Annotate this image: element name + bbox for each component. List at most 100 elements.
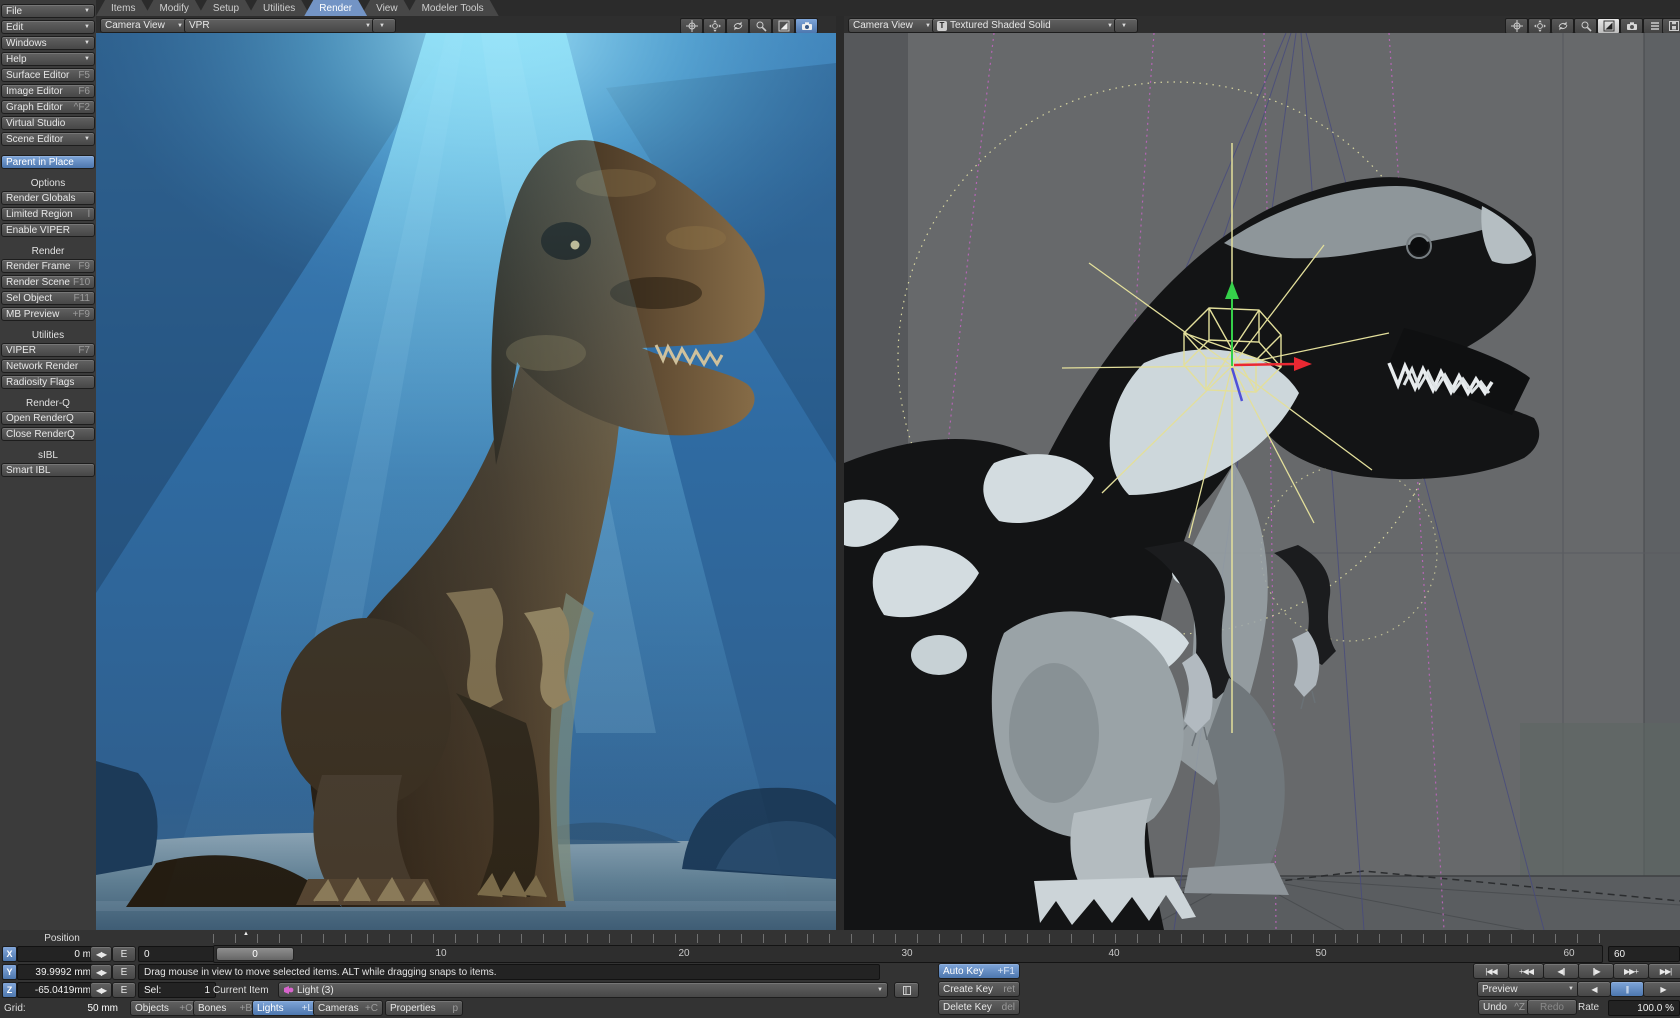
- render-globals-button[interactable]: Render Globals: [1, 191, 95, 205]
- play-reverse-button[interactable]: ◀: [1577, 981, 1611, 997]
- tab-setup[interactable]: Setup: [198, 0, 254, 16]
- left-center-view-icon[interactable]: [680, 18, 703, 34]
- go-start-button[interactable]: |◀◀: [1473, 963, 1509, 979]
- menu-file[interactable]: File▼: [1, 4, 95, 18]
- parent-in-place-button[interactable]: Parent in Place: [1, 155, 95, 169]
- left-pan-view-icon[interactable]: [703, 18, 726, 34]
- create-key-button[interactable]: Create Keyret: [938, 981, 1020, 997]
- y-stepper[interactable]: ◀▶: [90, 964, 112, 980]
- current-item-dropdown[interactable]: Light (3) ▼: [278, 982, 888, 998]
- step-forward-button[interactable]: ||▶: [1578, 963, 1614, 979]
- y-axis-button[interactable]: Y: [2, 964, 17, 980]
- tab-view[interactable]: View: [361, 0, 413, 16]
- close-renderq-button[interactable]: Close RenderQ: [1, 427, 95, 441]
- smart-ibl-button[interactable]: Smart IBL: [1, 463, 95, 477]
- frame-tick-label: 60: [1556, 948, 1582, 959]
- frame-tick-label: 50: [1308, 948, 1334, 959]
- auto-key-button[interactable]: Auto Key+F1: [938, 963, 1020, 979]
- x-stepper[interactable]: ◀▶: [90, 946, 112, 962]
- delete-key-button[interactable]: Delete Keydel: [938, 999, 1020, 1015]
- right-save-view-icon[interactable]: [1662, 18, 1680, 34]
- render-scene-button[interactable]: Render SceneF10: [1, 275, 95, 289]
- prev-key-button[interactable]: +◀◀: [1508, 963, 1544, 979]
- pause-button[interactable]: ||: [1610, 981, 1644, 997]
- go-end-button[interactable]: ▶▶|: [1648, 963, 1680, 979]
- right-viewport-menu-button[interactable]: ▼: [1114, 18, 1138, 33]
- surface-editor-button[interactable]: Surface EditorF5: [1, 68, 95, 82]
- bones-mode-button[interactable]: Bones+B: [193, 1000, 257, 1016]
- image-editor-button[interactable]: Image EditorF6: [1, 84, 95, 98]
- limited-region-button[interactable]: Limited Regionl: [1, 207, 95, 221]
- radiosity-flags-button[interactable]: Radiosity Flags: [1, 375, 95, 389]
- properties-button[interactable]: Propertiesp: [385, 1000, 463, 1016]
- stepper-icon: ◀▶: [96, 950, 106, 959]
- x-envelope-button[interactable]: E: [112, 946, 136, 962]
- enable-viper-button[interactable]: Enable VIPER: [1, 223, 95, 237]
- end-frame-field[interactable]: 60: [1608, 946, 1680, 962]
- left-render-mode-dropdown[interactable]: VPR▼: [184, 18, 376, 33]
- right-render-mode-dropdown[interactable]: TTextured Shaded Solid▼: [932, 18, 1118, 33]
- chevron-down-icon: ▼: [84, 40, 90, 46]
- z-stepper[interactable]: ◀▶: [90, 982, 112, 998]
- cameras-mode-button[interactable]: Cameras+C: [313, 1000, 383, 1016]
- graph-editor-button[interactable]: Graph Editor^F2: [1, 100, 95, 114]
- left-camera-toggle-icon[interactable]: [795, 18, 818, 34]
- right-minmax-viewport-icon[interactable]: [1597, 18, 1620, 34]
- render-frame-button[interactable]: Render FrameF9: [1, 259, 95, 273]
- menu-help[interactable]: Help▼: [1, 52, 95, 66]
- mb-preview-button[interactable]: MB Preview+F9: [1, 307, 95, 321]
- vpr-render-viewport[interactable]: [96, 33, 836, 930]
- opengl-shaded-viewport[interactable]: [844, 33, 1680, 930]
- sel-object-button[interactable]: Sel ObjectF11: [1, 291, 95, 305]
- left-viewport-menu-button[interactable]: ▼: [372, 18, 396, 33]
- x-axis-button[interactable]: X: [2, 946, 17, 962]
- y-position-field[interactable]: 39.9992 mm: [17, 964, 97, 980]
- rate-field[interactable]: 100.0 %: [1608, 1000, 1680, 1016]
- right-view-type-dropdown[interactable]: Camera View▼: [848, 18, 936, 33]
- section-title-options: Options: [0, 178, 96, 189]
- left-zoom-view-icon[interactable]: [749, 18, 772, 34]
- section-title-sibl: sIBL: [0, 450, 96, 461]
- viewport-divider[interactable]: [836, 16, 844, 930]
- z-position-field[interactable]: -65.0419mm: [17, 982, 97, 998]
- tab-modify[interactable]: Modify: [144, 0, 203, 16]
- frame-slider-handle[interactable]: 0: [216, 947, 294, 961]
- right-pan-view-icon[interactable]: [1528, 18, 1551, 34]
- lights-mode-button[interactable]: Lights+L: [252, 1000, 318, 1016]
- timeline-slider[interactable]: 0 10 20 30 40 50 60: [213, 945, 1603, 963]
- open-renderq-button[interactable]: Open RenderQ: [1, 411, 95, 425]
- right-rotate-view-icon[interactable]: [1551, 18, 1574, 34]
- menu-edit[interactable]: Edit▼: [1, 20, 95, 34]
- undo-button[interactable]: Undo^Z: [1478, 999, 1530, 1015]
- y-envelope-button[interactable]: E: [112, 964, 136, 980]
- virtual-studio-button[interactable]: Virtual Studio: [1, 116, 95, 130]
- tab-utilities[interactable]: Utilities: [248, 0, 310, 16]
- play-forward-button[interactable]: ▶: [1643, 981, 1680, 997]
- left-rotate-view-icon[interactable]: [726, 18, 749, 34]
- viper-button[interactable]: VIPERF7: [1, 343, 95, 357]
- scene-editor-button[interactable]: Scene Editor▼: [1, 132, 95, 146]
- current-frame-field[interactable]: 0: [138, 946, 216, 962]
- menu-windows[interactable]: Windows▼: [1, 36, 95, 50]
- right-camera-toggle-icon[interactable]: [1620, 18, 1643, 34]
- tab-render[interactable]: Render: [304, 0, 367, 16]
- preview-dropdown[interactable]: Preview▼: [1477, 981, 1579, 997]
- z-envelope-button[interactable]: E: [112, 982, 136, 998]
- left-view-type-dropdown[interactable]: Camera View▼: [100, 18, 188, 33]
- x-position-field[interactable]: 0 m: [17, 946, 97, 962]
- item-list-popup-button[interactable]: [894, 982, 919, 998]
- chevron-down-icon: ▼: [925, 23, 931, 29]
- left-minmax-viewport-icon[interactable]: [772, 18, 795, 34]
- next-key-button[interactable]: ▶▶+: [1613, 963, 1649, 979]
- right-zoom-view-icon[interactable]: [1574, 18, 1597, 34]
- redo-button[interactable]: Redo: [1527, 999, 1577, 1015]
- objects-mode-button[interactable]: Objects+O: [130, 1000, 198, 1016]
- step-back-button[interactable]: ◀||: [1543, 963, 1579, 979]
- tab-modeler-tools[interactable]: Modeler Tools: [407, 0, 499, 16]
- z-axis-button[interactable]: Z: [2, 982, 17, 998]
- x-axis-handle: [1234, 364, 1296, 365]
- network-render-button[interactable]: Network Render: [1, 359, 95, 373]
- right-center-view-icon[interactable]: [1505, 18, 1528, 34]
- section-title-renderq: Render-Q: [0, 398, 96, 409]
- tab-items[interactable]: Items: [96, 0, 150, 16]
